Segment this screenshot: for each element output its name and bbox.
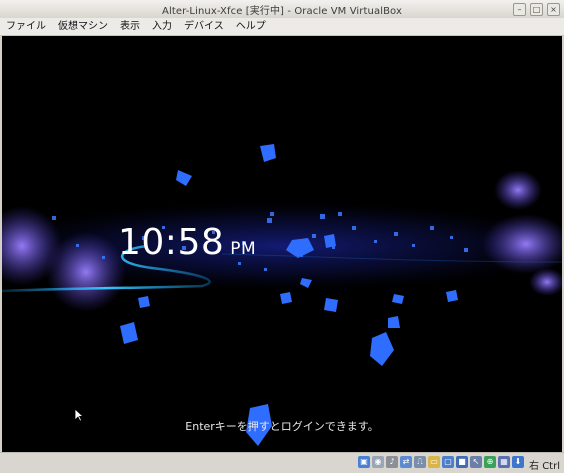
maximize-icon[interactable]: □ <box>530 3 543 16</box>
video-capture-icon[interactable]: ■ <box>456 456 468 468</box>
login-wallpaper <box>2 144 562 446</box>
menu-bar: ファイル 仮想マシン 表示 入力 デバイス ヘルプ <box>0 18 564 36</box>
close-icon[interactable]: × <box>547 3 560 16</box>
clock-ampm: PM <box>230 239 257 259</box>
optical-disk-icon[interactable]: ◉ <box>372 456 384 468</box>
arrow-down-icon[interactable]: ⬇ <box>512 456 524 468</box>
window-title: Alter-Linux-Xfce [実行中] - Oracle VM Virtu… <box>162 6 402 17</box>
vm-display[interactable]: 10:58 PM Enterキーを押すとログインできます。 <box>2 36 562 452</box>
network-icon[interactable]: ⇄ <box>400 456 412 468</box>
menu-devices[interactable]: デバイス <box>178 18 230 35</box>
menu-view[interactable]: 表示 <box>114 18 146 35</box>
audio-icon[interactable]: ♪ <box>386 456 398 468</box>
cpu-icon[interactable]: ▦ <box>498 456 510 468</box>
login-hint: Enterキーを押すとログインできます。 <box>185 420 379 433</box>
shared-folders-icon[interactable]: ▭ <box>428 456 440 468</box>
storage-icon[interactable]: ▣ <box>358 456 370 468</box>
minimize-icon[interactable]: – <box>513 3 526 16</box>
mouse-pointer-icon <box>74 408 84 422</box>
menu-input[interactable]: 入力 <box>146 18 178 35</box>
guest-additions-icon[interactable]: ⊕ <box>484 456 496 468</box>
login-clock: 10:58 PM <box>118 222 256 263</box>
status-bar: ▣ ◉ ♪ ⇄ ⎍ ▭ ▢ ■ ↖ ⊕ ▦ ⬇ 右 Ctrl <box>0 452 564 473</box>
clock-time: 10:58 <box>118 222 225 263</box>
menu-help[interactable]: ヘルプ <box>230 18 272 35</box>
virtualbox-window: Alter-Linux-Xfce [実行中] - Oracle VM Virtu… <box>0 0 564 473</box>
display-icon[interactable]: ▢ <box>442 456 454 468</box>
menu-file[interactable]: ファイル <box>0 18 52 35</box>
title-bar[interactable]: Alter-Linux-Xfce [実行中] - Oracle VM Virtu… <box>0 0 564 19</box>
host-key-label: 右 Ctrl <box>529 461 560 472</box>
menu-machine[interactable]: 仮想マシン <box>52 18 114 35</box>
mouse-integration-icon[interactable]: ↖ <box>470 456 482 468</box>
usb-icon[interactable]: ⎍ <box>414 456 426 468</box>
